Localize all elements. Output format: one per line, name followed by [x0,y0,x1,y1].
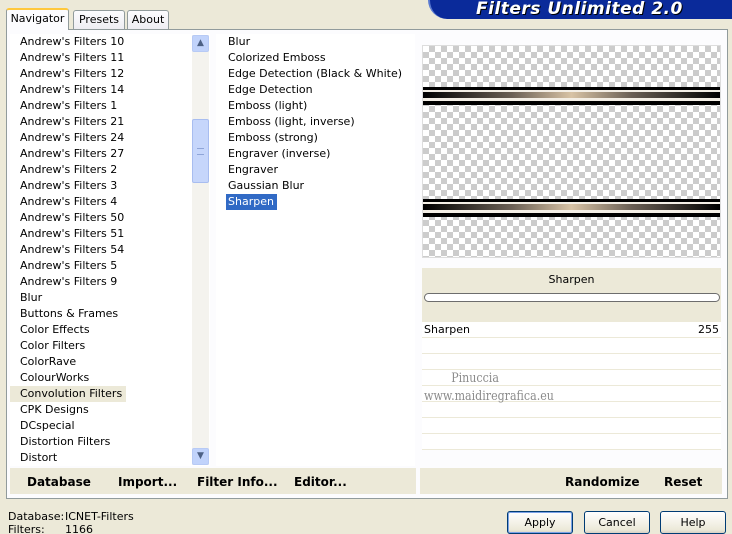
scroll-thumb[interactable] [192,119,209,183]
tab-presets[interactable]: Presets [73,10,125,29]
filter-item[interactable]: Emboss (strong) [216,130,415,146]
filter-item[interactable]: Engraver [216,162,415,178]
category-scrollbar[interactable]: ▲ ▼ [192,35,209,465]
scroll-down-button[interactable]: ▼ [192,448,209,465]
category-item[interactable]: Andrew's Filters 27 [10,146,210,162]
category-item[interactable]: Distort [10,450,210,466]
watermark: Pinuccia www.maidiregrafica.eu [424,371,554,404]
category-item[interactable]: Andrew's Filters 2 [10,162,210,178]
help-button[interactable]: Help [660,511,726,534]
category-item[interactable]: Blur [10,290,210,306]
apply-button[interactable]: Apply [507,511,573,534]
editor-button[interactable]: Editor... [294,475,347,489]
param-value: 255 [698,323,719,336]
filter-name-label: Sharpen [548,273,595,286]
tab-navigator[interactable]: Navigator [6,8,69,30]
category-item[interactable]: Andrew's Filters 4 [10,194,210,210]
category-item[interactable]: Color Filters [10,338,210,354]
category-item[interactable]: ColorRave [10,354,210,370]
category-item[interactable]: CPK Designs [10,402,210,418]
scroll-up-button[interactable]: ▲ [192,35,209,52]
param-row-empty [422,434,721,450]
param-row[interactable]: Sharpen 255 [422,322,721,338]
category-item[interactable]: Andrew's Filters 1 [10,98,210,114]
filters-count: 1166 [65,523,93,534]
param-row-empty [422,354,721,370]
category-item[interactable]: DCspecial [10,418,210,434]
filter-item[interactable]: Gaussian Blur [216,178,415,194]
category-item[interactable]: Convolution Filters [10,386,127,402]
category-item[interactable]: Andrew's Filters 24 [10,130,210,146]
category-item[interactable]: Andrew's Filters 5 [10,258,210,274]
randomize-button[interactable]: Randomize [565,475,639,489]
category-item[interactable]: Andrew's Filters 21 [10,114,210,130]
filter-item[interactable]: Engraver (inverse) [216,146,415,162]
category-item[interactable]: Andrew's Filters 54 [10,242,210,258]
filter-item[interactable]: Edge Detection (Black & White) [216,66,415,82]
filters-label: Filters: [8,523,45,534]
filter-item[interactable]: Emboss (light, inverse) [216,114,415,130]
param-name: Sharpen [424,323,470,336]
category-item[interactable]: Distortion Filters [10,434,210,450]
category-item[interactable]: Buttons & Frames [10,306,210,322]
param-header: Sharpen [422,268,721,322]
category-item[interactable]: Andrew's Filters 9 [10,274,210,290]
database-value: ICNET-Filters [65,510,134,523]
cancel-button[interactable]: Cancel [584,511,650,534]
category-item[interactable]: Andrew's Filters 3 [10,178,210,194]
status-info: Database:ICNET-Filters Filters: 1166 [8,510,134,534]
filter-item[interactable]: Colorized Emboss [216,50,415,66]
reset-button[interactable]: Reset [664,475,702,489]
database-button[interactable]: Database [27,475,91,489]
category-item[interactable]: ColourWorks [10,370,210,386]
category-list[interactable]: Andrew's Filters 10 Andrew's Filters 11 An… [10,34,210,466]
import-button[interactable]: Import... [118,475,177,489]
category-item[interactable]: Andrew's Filters 10 [10,34,210,50]
category-item[interactable]: Andrew's Filters 51 [10,226,210,242]
param-row-empty [422,418,721,434]
filter-item[interactable]: Emboss (light) [216,98,415,114]
filter-info-button[interactable]: Filter Info... [197,475,278,489]
category-item[interactable]: Andrew's Filters 11 [10,50,210,66]
banner-title: Filters Unlimited 2.0 [476,0,683,19]
filter-item[interactable]: Blur [216,34,415,50]
filter-list[interactable]: Blur Colorized Emboss Edge Detection (Blac… [216,34,415,466]
category-item[interactable]: Color Effects [10,322,210,338]
category-item[interactable]: Andrew's Filters 12 [10,66,210,82]
filter-item[interactable]: Sharpen [226,194,277,210]
category-item[interactable]: Andrew's Filters 14 [10,82,210,98]
tab-about[interactable]: About [127,10,169,29]
param-row-empty [422,338,721,354]
filter-item[interactable]: Edge Detection [216,82,415,98]
preview-image [422,45,721,258]
database-label: Database: [8,510,65,523]
param-slider[interactable] [424,293,720,302]
category-item[interactable]: Andrew's Filters 50 [10,210,210,226]
